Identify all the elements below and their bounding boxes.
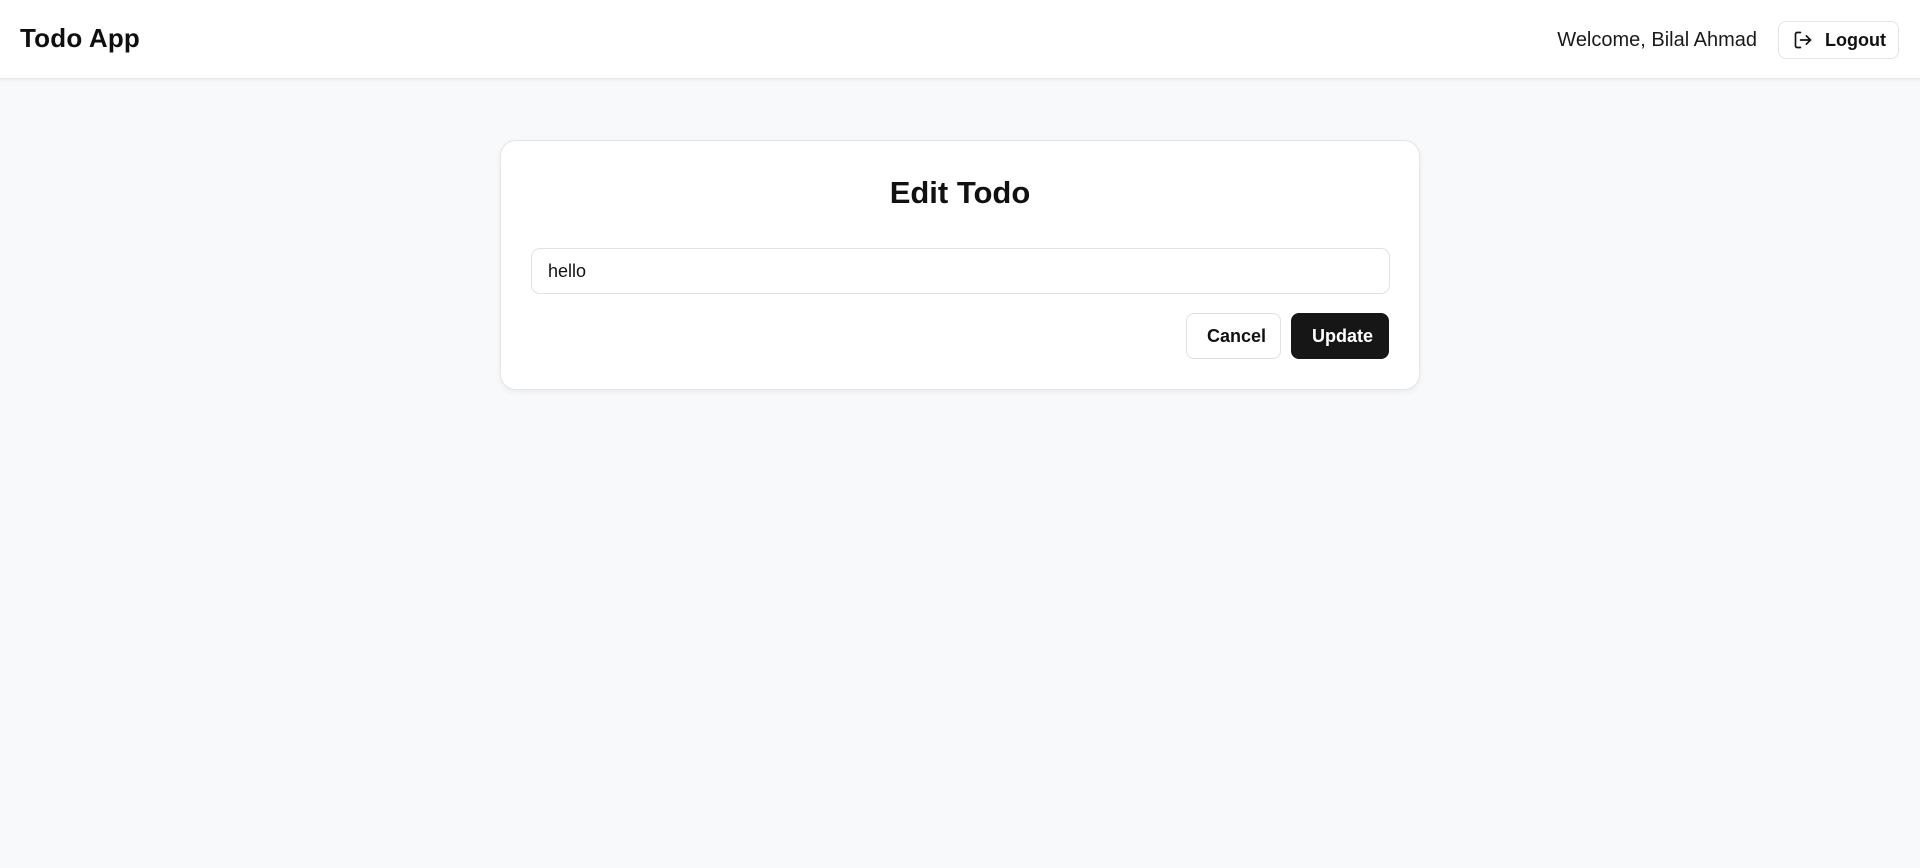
update-button[interactable]: Update	[1291, 313, 1389, 359]
cancel-button[interactable]: Cancel	[1186, 313, 1281, 359]
app-title[interactable]: Todo App	[20, 23, 140, 54]
navbar-user-area: Welcome, Bilal Ahmad Logout	[1557, 21, 1899, 59]
logout-label: Logout	[1825, 29, 1886, 50]
page-title: Edit Todo	[889, 175, 1031, 210]
form-actions: Cancel Update	[1186, 313, 1389, 359]
top-navbar: Todo App Welcome, Bilal Ahmad Logout	[0, 0, 1920, 79]
logout-icon	[1793, 30, 1813, 50]
edit-todo-card: Edit Todo Cancel Update	[500, 140, 1420, 390]
todo-text-input[interactable]	[531, 248, 1390, 294]
welcome-text: Welcome, Bilal Ahmad	[1557, 28, 1758, 51]
logout-button[interactable]: Logout	[1778, 21, 1899, 59]
